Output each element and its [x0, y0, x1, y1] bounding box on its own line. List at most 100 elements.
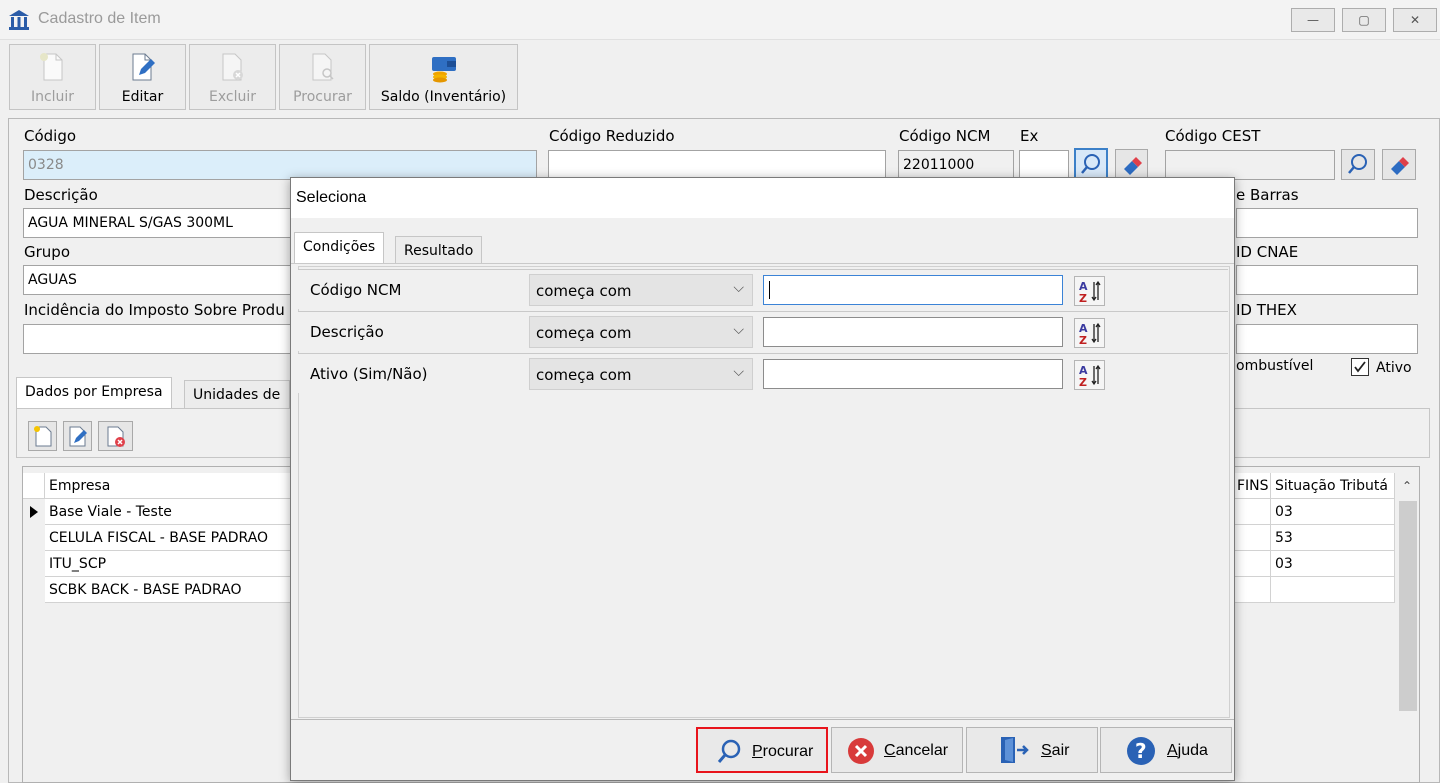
- sort-az-button[interactable]: AZ: [1074, 276, 1105, 306]
- thex-label: ID THEX: [1236, 301, 1297, 319]
- condition-value-input[interactable]: [763, 359, 1063, 389]
- grid-add-button[interactable]: [28, 421, 57, 451]
- cest-clear-button[interactable]: [1382, 149, 1416, 180]
- tab-resultado[interactable]: Resultado: [395, 236, 483, 264]
- descricao-field[interactable]: AGUA MINERAL S/GAS 300ML: [23, 208, 293, 238]
- condition-field-label: Descrição: [310, 323, 384, 341]
- ajuda-button[interactable]: ? Ajuda: [1100, 727, 1232, 773]
- delete-document-icon: [107, 426, 125, 447]
- codigo-barras-field[interactable]: [1236, 208, 1418, 238]
- excluir-label: Excluir: [209, 89, 256, 105]
- grid-cell-cofins[interactable]: [1235, 525, 1271, 551]
- condition-value-input[interactable]: [763, 275, 1063, 305]
- sort-az-button[interactable]: AZ: [1074, 360, 1105, 390]
- codigo-field[interactable]: 0328: [23, 150, 537, 180]
- sair-button[interactable]: Sair: [966, 727, 1098, 773]
- descricao-label: Descrição: [24, 186, 98, 204]
- condition-row-ativo: Ativo (Sim/Não) começa com ⌵ AZ: [298, 353, 1228, 393]
- ex-label: Ex: [1020, 127, 1039, 145]
- help-icon: ?: [1127, 737, 1155, 765]
- grid-header-situacao[interactable]: Situação Tributá: [1271, 473, 1395, 499]
- checkmark-icon: [1354, 361, 1366, 373]
- condition-value-input[interactable]: [763, 317, 1063, 347]
- sort-az-icon: AZ: [1079, 280, 1101, 305]
- close-button[interactable]: ✕: [1393, 8, 1437, 32]
- table-row[interactable]: CELULA FISCAL - BASE PADRAO: [45, 525, 295, 551]
- tab-condicoes[interactable]: Condições: [294, 232, 385, 264]
- codigo-label: Código: [24, 127, 77, 145]
- svg-text:Z: Z: [1079, 376, 1087, 389]
- table-row[interactable]: Base Viale - Teste: [45, 499, 295, 525]
- tab-unidades[interactable]: Unidades de: [184, 380, 290, 410]
- delete-document-icon: [218, 51, 248, 83]
- chevron-down-icon: ⌵: [733, 364, 744, 380]
- procurar-toolbar-button[interactable]: Procurar: [279, 44, 366, 110]
- editar-button[interactable]: Editar: [99, 44, 186, 110]
- operator-value: começa com: [536, 282, 632, 300]
- cancelar-button[interactable]: Cancelar: [831, 727, 963, 773]
- edit-document-icon: [69, 426, 87, 447]
- codigo-ncm-label: Código NCM: [899, 127, 991, 145]
- codigo-cest-label: Código CEST: [1165, 127, 1261, 145]
- grid-cell-cofins[interactable]: [1235, 577, 1271, 603]
- procurar-label: Procurar: [293, 89, 352, 105]
- table-row[interactable]: SCBK BACK - BASE PADRAO: [45, 577, 295, 603]
- saldo-label: Saldo (Inventário): [380, 89, 507, 105]
- ex-field[interactable]: [1019, 150, 1069, 180]
- ajuda-button-label: Ajuda: [1167, 742, 1208, 759]
- grid-cell-cofins[interactable]: [1235, 499, 1271, 525]
- tab-dados-por-empresa[interactable]: Dados por Empresa: [16, 377, 172, 409]
- condition-operator-select[interactable]: começa com ⌵: [529, 358, 753, 390]
- grid-edit-button[interactable]: [63, 421, 92, 451]
- minimize-button[interactable]: —: [1291, 8, 1335, 32]
- ativo-checkbox[interactable]: [1351, 358, 1369, 376]
- text-cursor: [769, 281, 770, 299]
- incidencia-field[interactable]: [23, 324, 293, 354]
- grid-header-empresa[interactable]: Empresa: [45, 473, 295, 499]
- incluir-label: Incluir: [30, 89, 75, 105]
- codigo-cest-field[interactable]: [1165, 150, 1335, 180]
- current-row-indicator-icon: [29, 505, 39, 523]
- cest-search-button[interactable]: [1341, 149, 1375, 180]
- grid-cell-situacao[interactable]: 53: [1271, 525, 1395, 551]
- codigo-reduzido-field[interactable]: [548, 150, 886, 180]
- procurar-button-label: Procurar: [752, 743, 814, 760]
- chevron-down-icon: ⌵: [733, 280, 744, 296]
- grid-delete-button[interactable]: [98, 421, 133, 451]
- thex-field[interactable]: [1236, 324, 1418, 354]
- seleciona-dialog: Seleciona Condições Resultado Código NCM…: [290, 177, 1235, 781]
- grid-scrollbar[interactable]: ⌃: [1397, 473, 1419, 713]
- excluir-button[interactable]: Excluir: [189, 44, 276, 110]
- title-bar: Cadastro de Item — ▢ ✕: [0, 0, 1440, 40]
- sort-az-button[interactable]: AZ: [1074, 318, 1105, 348]
- operator-value: começa com: [536, 366, 632, 384]
- condition-field-label: Código NCM: [310, 281, 402, 299]
- incluir-button[interactable]: Incluir: [9, 44, 96, 110]
- operator-value: começa com: [536, 324, 632, 342]
- search-icon: [1348, 154, 1367, 174]
- grid-header-cofins[interactable]: FINS: [1235, 473, 1271, 499]
- grid-cell-situacao[interactable]: 03: [1271, 551, 1395, 577]
- combustivel-label: ombustível: [1236, 358, 1314, 374]
- ncm-clear-button[interactable]: [1115, 149, 1148, 180]
- app-icon: [8, 9, 30, 31]
- table-row[interactable]: ITU_SCP: [45, 551, 295, 577]
- edit-document-icon: [128, 51, 158, 83]
- scroll-thumb[interactable]: [1399, 501, 1417, 711]
- cnae-field[interactable]: [1236, 265, 1418, 295]
- condition-operator-select[interactable]: começa com ⌵: [529, 274, 753, 306]
- codigo-ncm-field[interactable]: 22011000: [898, 150, 1014, 180]
- procurar-button[interactable]: Procurar: [696, 727, 828, 773]
- restore-button[interactable]: ▢: [1342, 8, 1386, 32]
- search-icon: [717, 739, 741, 763]
- editar-label: Editar: [121, 89, 164, 105]
- grid-cell-situacao[interactable]: 03: [1271, 499, 1395, 525]
- grupo-label: Grupo: [24, 243, 70, 261]
- grupo-field[interactable]: AGUAS: [23, 265, 293, 295]
- dialog-title: Seleciona: [291, 178, 1234, 218]
- saldo-inventario-button[interactable]: Saldo (Inventário): [369, 44, 518, 110]
- grid-cell-cofins[interactable]: [1235, 551, 1271, 577]
- svg-text:?: ?: [1135, 739, 1147, 763]
- condition-operator-select[interactable]: começa com ⌵: [529, 316, 753, 348]
- grid-cell-situacao[interactable]: [1271, 577, 1395, 603]
